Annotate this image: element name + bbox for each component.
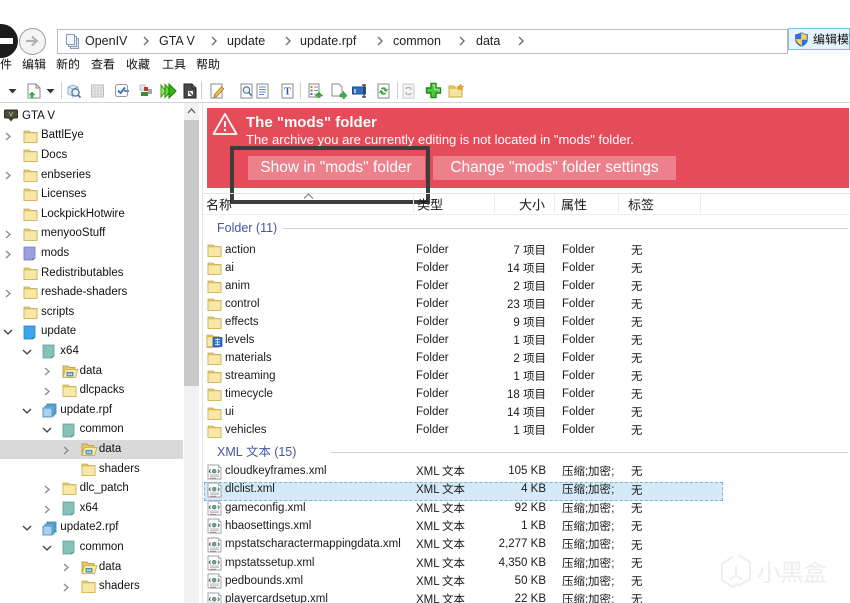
svg-text:T: T — [284, 87, 291, 98]
svg-text:V: V — [9, 113, 13, 119]
